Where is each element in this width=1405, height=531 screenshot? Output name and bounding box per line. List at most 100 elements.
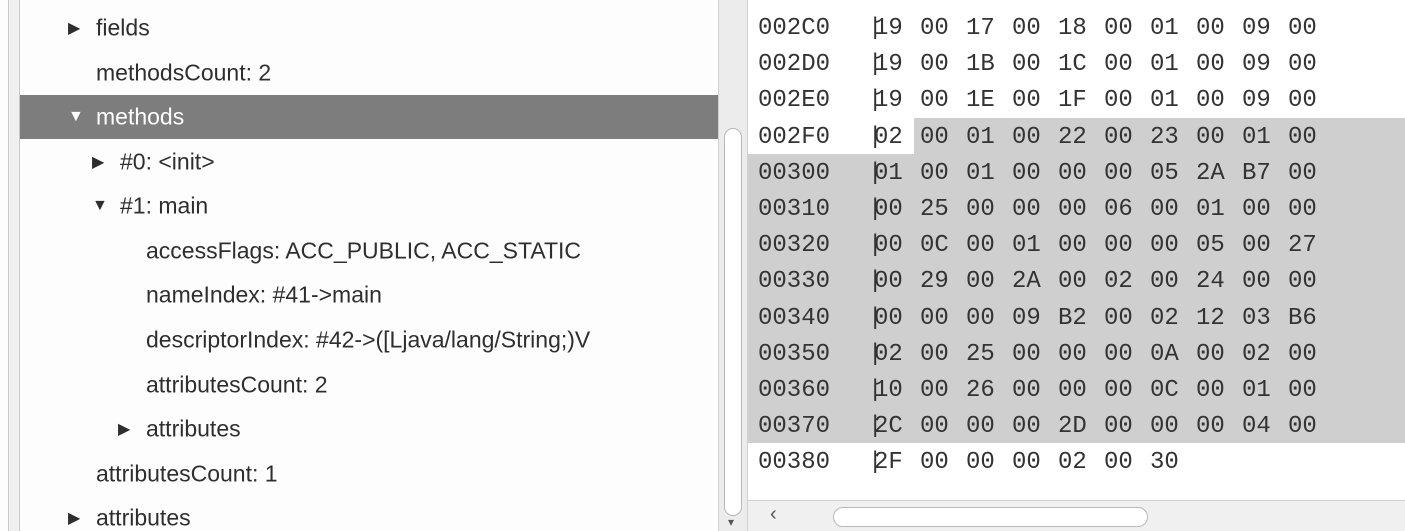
hex-byte[interactable]: 00 — [1012, 51, 1041, 78]
hex-byte[interactable]: 27 — [1288, 232, 1317, 259]
hex-byte[interactable]: 00 — [874, 196, 903, 223]
hex-byte[interactable]: 00 — [1242, 268, 1271, 295]
hex-byte[interactable]: B2 — [1058, 305, 1087, 332]
hex-byte[interactable]: 00 — [1104, 305, 1133, 332]
hex-byte[interactable]: 2C — [874, 413, 903, 440]
hex-byte[interactable]: 02 — [1242, 341, 1271, 368]
hex-byte[interactable]: 00 — [920, 160, 949, 187]
hex-byte[interactable]: 25 — [920, 196, 949, 223]
tree-node-attributes-count[interactable]: attributesCount: 1 — [20, 452, 718, 496]
horizontal-scroll-thumb[interactable] — [833, 507, 1148, 527]
hex-byte[interactable]: 00 — [920, 377, 949, 404]
hex-byte[interactable]: 05 — [1196, 232, 1225, 259]
tree-node-access-flags[interactable]: accessFlags: ACC_PUBLIC, ACC_STATIC — [20, 229, 718, 273]
hex-byte[interactable]: 00 — [920, 15, 949, 42]
hex-byte[interactable]: 00 — [1012, 160, 1041, 187]
hex-byte[interactable]: 2D — [1058, 413, 1087, 440]
hex-byte[interactable]: 00 — [920, 87, 949, 114]
hex-byte[interactable]: B7 — [1242, 160, 1271, 187]
hex-byte[interactable]: 02 — [1150, 305, 1179, 332]
hex-byte[interactable]: 00 — [1288, 413, 1317, 440]
tree-node-fields[interactable]: ▶ fields — [20, 6, 718, 50]
expanded-triangle-icon[interactable]: ▼ — [68, 108, 84, 126]
hex-byte[interactable]: 05 — [1150, 160, 1179, 187]
hex-byte[interactable]: 00 — [1012, 15, 1041, 42]
hex-byte[interactable]: 29 — [920, 268, 949, 295]
hex-byte[interactable]: 00 — [1288, 15, 1317, 42]
hex-view-pane[interactable]: 002C0 | 19 00 17 00 18 00 01 00 09 00 002D0 | 19 00 1B 00… — [748, 0, 1405, 500]
hex-byte[interactable]: 00 — [1058, 160, 1087, 187]
hex-byte[interactable]: 00 — [1196, 341, 1225, 368]
hex-byte[interactable]: 01 — [1196, 196, 1225, 223]
hex-byte[interactable]: 00 — [1150, 413, 1179, 440]
tree-node-name-index[interactable]: nameIndex: #41->main — [20, 273, 718, 317]
collapsed-triangle-icon[interactable]: ▶ — [68, 18, 80, 38]
hex-byte[interactable]: 0A — [1150, 341, 1179, 368]
hex-byte[interactable]: 1F — [1058, 87, 1087, 114]
hex-byte[interactable]: 03 — [1242, 305, 1271, 332]
hex-byte[interactable]: 00 — [1104, 413, 1133, 440]
hex-byte[interactable]: 00 — [1104, 124, 1133, 151]
hex-byte[interactable]: 0C — [920, 232, 949, 259]
hex-byte[interactable]: 00 — [1058, 268, 1087, 295]
hex-byte[interactable]: 00 — [1150, 232, 1179, 259]
chevron-down-icon[interactable]: ▾ — [728, 515, 734, 529]
hex-byte[interactable]: 18 — [1058, 15, 1087, 42]
hex-horizontal-scrollbar[interactable]: ‹ — [748, 500, 1405, 531]
hex-byte[interactable]: 00 — [1104, 232, 1133, 259]
hex-byte[interactable]: 00 — [1012, 341, 1041, 368]
hex-byte[interactable]: 01 — [874, 160, 903, 187]
tree-node-method-0[interactable]: ▶ #0: <init> — [20, 140, 718, 184]
tree-node-methods-count[interactable]: methodsCount: 2 — [20, 51, 718, 95]
hex-byte[interactable]: 00 — [1288, 268, 1317, 295]
hex-byte[interactable]: 0C — [1150, 377, 1179, 404]
vertical-scroll-thumb[interactable] — [724, 128, 742, 516]
hex-byte[interactable]: 00 — [1196, 377, 1225, 404]
hex-byte[interactable]: 00 — [1058, 341, 1087, 368]
hex-byte[interactable]: 24 — [1196, 268, 1225, 295]
hex-byte[interactable]: 00 — [1288, 51, 1317, 78]
hex-byte[interactable]: 19 — [874, 15, 903, 42]
collapsed-triangle-icon[interactable]: ▶ — [68, 508, 80, 528]
hex-byte[interactable]: 00 — [966, 196, 995, 223]
hex-byte[interactable]: 00 — [1196, 87, 1225, 114]
hex-byte[interactable]: 00 — [1104, 15, 1133, 42]
hex-byte[interactable]: 30 — [1150, 449, 1179, 476]
hex-byte[interactable]: 00 — [874, 268, 903, 295]
hex-byte[interactable]: 00 — [1150, 268, 1179, 295]
hex-byte[interactable]: 00 — [1196, 413, 1225, 440]
hex-byte[interactable]: 2F — [874, 449, 903, 476]
tree-node-descriptor-index[interactable]: descriptorIndex: #42->([Ljava/lang/Strin… — [20, 318, 718, 362]
hex-byte[interactable]: 10 — [874, 377, 903, 404]
tree-node-methods[interactable]: ▼ methods — [20, 95, 718, 139]
hex-byte[interactable]: 00 — [1104, 51, 1133, 78]
hex-byte[interactable]: 00 — [1058, 196, 1087, 223]
hex-byte[interactable]: 2A — [1196, 160, 1225, 187]
hex-byte[interactable]: 00 — [1104, 377, 1133, 404]
hex-byte[interactable]: 00 — [1196, 124, 1225, 151]
tree-node-attributes-count-method[interactable]: attributesCount: 2 — [20, 363, 718, 407]
hex-byte[interactable]: 01 — [1012, 232, 1041, 259]
hex-byte[interactable]: 25 — [966, 341, 995, 368]
hex-byte[interactable]: 12 — [1196, 305, 1225, 332]
hex-byte[interactable]: 00 — [920, 305, 949, 332]
hex-byte[interactable]: 00 — [874, 305, 903, 332]
hex-byte[interactable]: 00 — [1104, 160, 1133, 187]
hex-byte[interactable]: 00 — [1196, 15, 1225, 42]
hex-byte[interactable]: 06 — [1104, 196, 1133, 223]
hex-byte[interactable]: 26 — [966, 377, 995, 404]
hex-byte[interactable]: 00 — [1058, 232, 1087, 259]
hex-byte[interactable]: 00 — [920, 341, 949, 368]
hex-byte[interactable]: 01 — [1150, 15, 1179, 42]
hex-byte[interactable]: 02 — [1104, 268, 1133, 295]
tree-node-attributes[interactable]: ▶ attributes — [20, 496, 718, 531]
hex-byte[interactable]: 00 — [1288, 160, 1317, 187]
hex-byte[interactable]: 09 — [1012, 305, 1041, 332]
hex-byte[interactable]: 00 — [920, 449, 949, 476]
tree-vertical-scrollbar[interactable]: ▾ — [718, 0, 748, 531]
hex-byte[interactable]: 1B — [966, 51, 995, 78]
collapsed-triangle-icon[interactable]: ▶ — [118, 419, 130, 439]
hex-byte[interactable]: 00 — [1242, 232, 1271, 259]
hex-byte[interactable]: 00 — [1104, 87, 1133, 114]
hex-byte[interactable]: 00 — [1012, 377, 1041, 404]
